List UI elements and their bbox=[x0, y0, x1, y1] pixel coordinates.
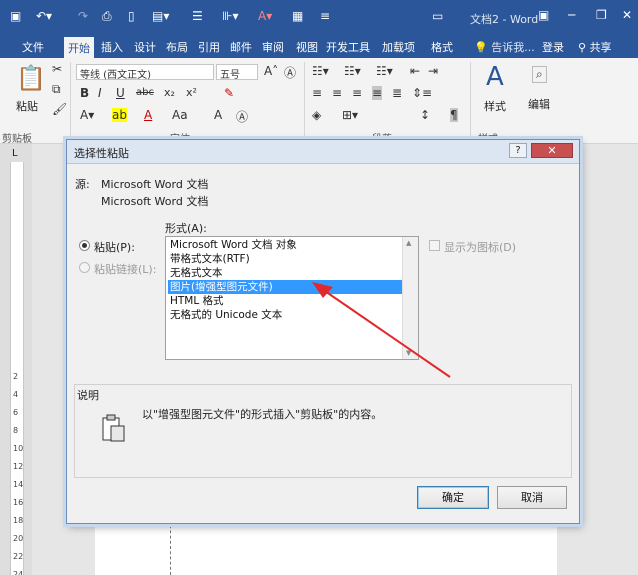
annotation-arrow bbox=[312, 282, 451, 378]
